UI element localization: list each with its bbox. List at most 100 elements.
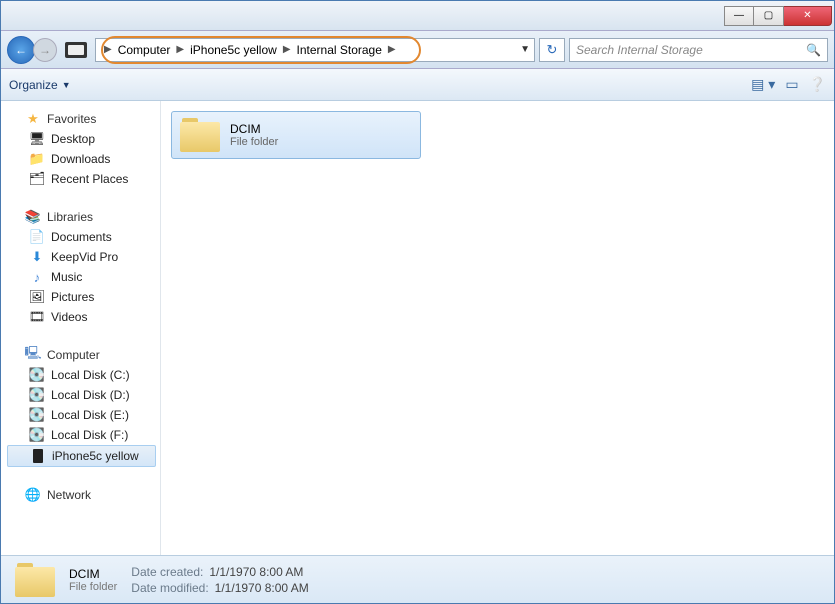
- status-modified-value: 1/1/1970 8:00 AM: [215, 581, 309, 595]
- status-bar: DCIM File folder Date created: 1/1/1970 …: [1, 555, 834, 603]
- folder-icon: [15, 563, 55, 597]
- close-button[interactable]: ✕: [784, 6, 832, 26]
- organize-button[interactable]: Organize ▼: [9, 78, 71, 92]
- breadcrumb[interactable]: ▶ Computer ▶ iPhone5c yellow ▶ Internal …: [95, 38, 535, 62]
- sidebar-item-label: Videos: [51, 310, 87, 324]
- pictures-icon: 🖼: [29, 289, 45, 305]
- sidebar-item-label: Music: [51, 270, 82, 284]
- music-icon: ♪: [29, 269, 45, 285]
- arrow-right-icon: →: [39, 43, 51, 57]
- sidebar-item-label: Recent Places: [51, 172, 128, 186]
- folder-name: DCIM: [230, 122, 278, 136]
- search-input[interactable]: Search Internal Storage 🔍: [569, 38, 828, 62]
- maximize-button[interactable]: ▢: [754, 6, 784, 26]
- disk-icon: 💽: [29, 367, 45, 383]
- explorer-window: — ▢ ✕ ← → ▶ Computer ▶ iPhone5c yellow ▶…: [0, 0, 835, 604]
- videos-icon: 🎞: [29, 309, 45, 325]
- desktop-icon: 🖥: [29, 131, 45, 147]
- libraries-icon: 📚: [25, 209, 41, 225]
- folder-text: DCIM File folder: [230, 122, 278, 148]
- device-icon: [65, 42, 87, 58]
- sidebar-item-label: Pictures: [51, 290, 94, 304]
- sidebar-header-computer[interactable]: 🖳 Computer: [7, 345, 160, 365]
- chevron-down-icon: ▼: [62, 80, 71, 90]
- sidebar-item-recent[interactable]: 🗂 Recent Places: [7, 169, 160, 189]
- preview-pane-button[interactable]: ▭: [785, 76, 798, 93]
- sidebar-item-downloads[interactable]: 📁 Downloads: [7, 149, 160, 169]
- sidebar-group-computer: 🖳 Computer 💽 Local Disk (C:) 💽 Local Dis…: [7, 345, 160, 467]
- sidebar: ★ Favorites 🖥 Desktop 📁 Downloads 🗂 Rece…: [1, 101, 161, 555]
- breadcrumb-item[interactable]: Computer: [116, 43, 173, 57]
- minimize-button[interactable]: —: [724, 6, 754, 26]
- sidebar-group-libraries: 📚 Libraries 📄 Documents ⬇ KeepVid Pro ♪ …: [7, 207, 160, 327]
- computer-icon: 🖳: [25, 347, 41, 363]
- content-pane[interactable]: DCIM File folder: [161, 101, 834, 555]
- forward-button[interactable]: →: [33, 38, 57, 62]
- sidebar-item-label: Documents: [51, 230, 112, 244]
- back-button[interactable]: ←: [7, 36, 35, 64]
- sidebar-item-label: KeepVid Pro: [51, 250, 118, 264]
- breadcrumb-item[interactable]: iPhone5c yellow: [188, 43, 279, 57]
- sidebar-header-favorites[interactable]: ★ Favorites: [7, 109, 160, 129]
- sidebar-group-network: 🌐 Network: [7, 485, 160, 505]
- arrow-left-icon: ←: [15, 43, 27, 57]
- refresh-button[interactable]: ↻: [539, 38, 565, 62]
- network-icon: 🌐: [25, 487, 41, 503]
- star-icon: ★: [25, 111, 41, 127]
- window-controls: — ▢ ✕: [724, 6, 832, 26]
- status-modified-label: Date modified:: [131, 581, 208, 595]
- sidebar-item-label: Local Disk (E:): [51, 408, 129, 422]
- status-name: DCIM: [69, 567, 117, 581]
- status-created-label: Date created:: [131, 565, 203, 579]
- help-button[interactable]: ❔: [809, 76, 826, 93]
- chevron-right-icon: ▶: [388, 44, 396, 55]
- sidebar-label: Network: [47, 488, 91, 502]
- organize-label: Organize: [9, 78, 58, 92]
- address-row: ← → ▶ Computer ▶ iPhone5c yellow ▶ Inter…: [1, 31, 834, 69]
- sidebar-header-libraries[interactable]: 📚 Libraries: [7, 207, 160, 227]
- sidebar-item-videos[interactable]: 🎞 Videos: [7, 307, 160, 327]
- sidebar-item-disk-c[interactable]: 💽 Local Disk (C:): [7, 365, 160, 385]
- sidebar-item-label: Downloads: [51, 152, 110, 166]
- breadcrumb-dropdown-icon[interactable]: ▼: [520, 44, 530, 55]
- sidebar-header-network[interactable]: 🌐 Network: [7, 485, 160, 505]
- sidebar-item-label: Desktop: [51, 132, 95, 146]
- status-type: File folder: [69, 581, 117, 593]
- sidebar-item-disk-d[interactable]: 💽 Local Disk (D:): [7, 385, 160, 405]
- body: ★ Favorites 🖥 Desktop 📁 Downloads 🗂 Rece…: [1, 101, 834, 555]
- app-icon: ⬇: [29, 249, 45, 265]
- sidebar-item-label: Local Disk (C:): [51, 368, 130, 382]
- search-icon: 🔍: [806, 43, 821, 57]
- sidebar-label: Favorites: [47, 112, 96, 126]
- sidebar-item-label: iPhone5c yellow: [52, 449, 139, 463]
- status-created-value: 1/1/1970 8:00 AM: [209, 565, 303, 579]
- chevron-right-icon: ▶: [176, 44, 184, 55]
- sidebar-item-label: Local Disk (F:): [51, 428, 128, 442]
- toolbar-right: ▤ ▾ ▭ ❔: [751, 76, 826, 93]
- folder-item-dcim[interactable]: DCIM File folder: [171, 111, 421, 159]
- chevron-right-icon: ▶: [283, 44, 291, 55]
- toolbar: Organize ▼ ▤ ▾ ▭ ❔: [1, 69, 834, 101]
- disk-icon: 💽: [29, 407, 45, 423]
- sidebar-item-label: Local Disk (D:): [51, 388, 130, 402]
- sidebar-item-music[interactable]: ♪ Music: [7, 267, 160, 287]
- sidebar-label: Libraries: [47, 210, 93, 224]
- sidebar-item-desktop[interactable]: 🖥 Desktop: [7, 129, 160, 149]
- disk-icon: 💽: [29, 427, 45, 443]
- refresh-icon: ↻: [547, 42, 558, 58]
- status-meta: Date created: 1/1/1970 8:00 AM Date modi…: [131, 565, 308, 595]
- sidebar-item-keepvid[interactable]: ⬇ KeepVid Pro: [7, 247, 160, 267]
- sidebar-item-documents[interactable]: 📄 Documents: [7, 227, 160, 247]
- view-options-button[interactable]: ▤ ▾: [751, 76, 775, 93]
- recent-icon: 🗂: [29, 171, 45, 187]
- sidebar-item-iphone[interactable]: iPhone5c yellow: [7, 445, 156, 467]
- sidebar-item-disk-f[interactable]: 💽 Local Disk (F:): [7, 425, 160, 445]
- disk-icon: 💽: [29, 387, 45, 403]
- folder-icon: [180, 118, 220, 152]
- sidebar-item-pictures[interactable]: 🖼 Pictures: [7, 287, 160, 307]
- breadcrumb-item[interactable]: Internal Storage: [295, 43, 384, 57]
- titlebar: — ▢ ✕: [1, 1, 834, 31]
- downloads-icon: 📁: [29, 151, 45, 167]
- folder-type: File folder: [230, 136, 278, 148]
- sidebar-item-disk-e[interactable]: 💽 Local Disk (E:): [7, 405, 160, 425]
